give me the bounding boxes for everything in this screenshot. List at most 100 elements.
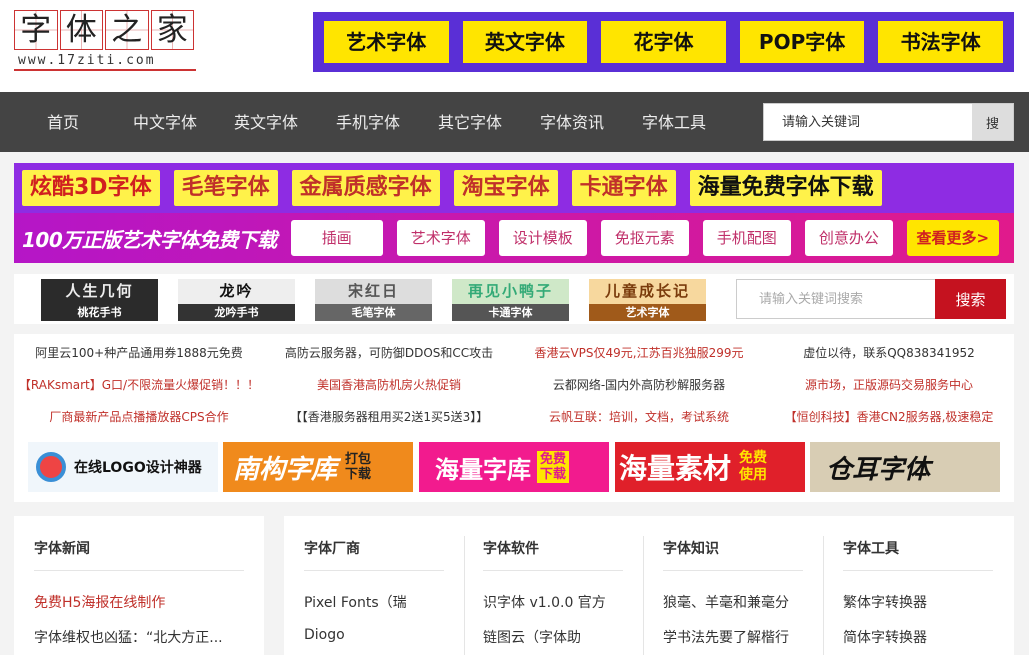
tab-calligraphy-fonts[interactable]: 书法字体 xyxy=(878,21,1003,63)
banner-main-text: 海量素材 xyxy=(619,452,732,485)
panel-title: 字体工具 xyxy=(843,541,899,557)
ad-links: 阿里云100+种产品通用券1888元免费 高防云服务器，可防御DDOS和CC攻击… xyxy=(14,334,1014,432)
news-item[interactable]: 免费H5海报在线制作 xyxy=(34,592,165,612)
banner-button-more[interactable]: 查看更多> xyxy=(906,220,999,256)
font-sample[interactable]: 再见小鸭子 卡通字体 xyxy=(452,279,569,321)
sample-label: 龙吟手书 xyxy=(178,304,295,321)
promo-banner-downloads: 100万正版艺术字体免费下载 插画 艺术字体 设计模板 免抠元素 手机配图 创意… xyxy=(14,213,1014,263)
ad-link[interactable]: 虚位以待，联系QQ838341952 xyxy=(764,344,1014,361)
sample-label: 艺术字体 xyxy=(589,304,706,321)
divider xyxy=(304,570,444,571)
vendor-item[interactable]: Diogo xyxy=(304,627,345,643)
ad-link[interactable]: 香港云VPS仅49元,江苏百兆独服299元 xyxy=(514,344,764,361)
tool-item[interactable]: 繁体字转换器 xyxy=(843,592,927,612)
promo-banner-categories[interactable]: 炫酷3D字体 毛笔字体 金属质感字体 淘宝字体 卡通字体 海量免费字体下载 xyxy=(14,163,1014,213)
nav-item-english-fonts[interactable]: 英文字体 xyxy=(234,92,298,154)
logo-char: 体 xyxy=(59,10,103,50)
divider xyxy=(464,536,465,655)
header-search: 搜 xyxy=(763,103,1014,141)
font-sample[interactable]: 人生几何 桃花手书 xyxy=(41,279,158,321)
ad-link[interactable]: 源市场，正版源码交易服务中心 xyxy=(764,376,1014,393)
banner-tag[interactable]: 卡通字体 xyxy=(571,170,676,206)
ad-link[interactable]: 【【香港服务器租用买2送1买5送3】】 xyxy=(264,408,514,425)
news-item[interactable]: 字体维权也凶猛：“北大方正... xyxy=(34,627,223,647)
banner-tag[interactable]: 毛笔字体 xyxy=(173,170,278,206)
search-button[interactable]: 搜 xyxy=(972,104,1013,140)
font-sample[interactable]: 儿童成长记 艺术字体 xyxy=(589,279,706,321)
panel-title: 字体软件 xyxy=(483,541,539,557)
sample-art: 儿童成长记 xyxy=(604,282,690,300)
divider xyxy=(483,570,623,571)
banner-button-illustration[interactable]: 插画 xyxy=(290,220,383,256)
ad-link[interactable]: 云帆互联：培训，文档，考试系统 xyxy=(514,408,764,425)
banner-main-text: 在线LOGO设计神器 xyxy=(74,460,202,476)
banner-button-templates[interactable]: 设计模板 xyxy=(498,220,587,256)
font-library-banner[interactable]: 海量字库 免费下载 xyxy=(419,442,609,492)
image-banners: 在线LOGO设计神器 南构字库 打包下载 海量字库 免费下载 海量素材 免费使用… xyxy=(14,432,1014,502)
divider xyxy=(823,536,824,655)
banner-button-office[interactable]: 创意办公 xyxy=(804,220,893,256)
ad-link[interactable]: 【恒创科技】香港CN2服务器,极速稳定 xyxy=(764,408,1014,425)
sample-label: 毛笔字体 xyxy=(315,304,432,321)
knowledge-item[interactable]: 学书法先要了解楷行 xyxy=(663,627,789,647)
nav-item-home[interactable]: 首页 xyxy=(47,92,79,154)
vendor-item[interactable]: Pixel Fonts（瑞 xyxy=(304,592,407,612)
nav-item-other-fonts[interactable]: 其它字体 xyxy=(438,92,502,154)
sample-art: 龙吟 xyxy=(219,282,254,300)
ad-link[interactable]: 【RAKsmart】G口/不限流量火爆促销！！！ xyxy=(14,376,264,393)
panel-title: 字体厂商 xyxy=(304,541,360,557)
logo-design-banner[interactable]: 在线LOGO设计神器 xyxy=(28,442,218,492)
knowledge-item[interactable]: 狼毫、羊毫和兼毫分 xyxy=(663,592,789,612)
banner-small-text: 打包下载 xyxy=(345,452,372,482)
software-item[interactable]: 识字体 v1.0.0 官方 xyxy=(483,592,606,612)
banner-main-text: 南构字库 xyxy=(233,454,338,485)
banner-button-art-fonts[interactable]: 艺术字体 xyxy=(396,220,485,256)
banner-headline: 100万正版艺术字体免费下载 xyxy=(22,227,277,252)
ad-link[interactable]: 云都网络-国内外高防秒解服务器 xyxy=(514,376,764,393)
tab-flower-fonts[interactable]: 花字体 xyxy=(601,21,726,63)
panel-title: 字体知识 xyxy=(663,541,719,557)
nav-item-chinese-fonts[interactable]: 中文字体 xyxy=(133,92,197,154)
banner-small-text: 免费下载 xyxy=(537,451,569,483)
tool-item[interactable]: 简体字转换器 xyxy=(843,627,927,647)
ad-link[interactable]: 美国香港高防机房火热促销 xyxy=(264,376,514,393)
nav-item-font-news[interactable]: 字体资讯 xyxy=(540,92,604,154)
panel-title: 字体新闻 xyxy=(34,541,90,557)
sample-label: 桃花手书 xyxy=(77,306,122,319)
ad-link[interactable]: 阿里云100+种产品通用券1888元免费 xyxy=(14,344,264,361)
nav-item-mobile-fonts[interactable]: 手机字体 xyxy=(336,92,400,154)
logo-url: www.17ziti.com xyxy=(14,53,196,71)
search-input[interactable] xyxy=(764,104,973,140)
tab-art-fonts[interactable]: 艺术字体 xyxy=(324,21,449,63)
news-panel: 字体新闻 免费H5海报在线制作 字体维权也凶猛：“北大方正... xyxy=(14,516,264,655)
ad-link[interactable]: 高防云服务器，可防御DDOS和CC攻击 xyxy=(264,344,514,361)
sample-art: 人生几何 xyxy=(65,282,134,300)
logo-char: 字 xyxy=(14,10,58,50)
logo-char: 家 xyxy=(150,10,194,50)
divider xyxy=(663,570,803,571)
banner-tag[interactable]: 海量免费字体下载 xyxy=(689,170,882,206)
banner-tag[interactable]: 淘宝字体 xyxy=(453,170,558,206)
material-library-banner[interactable]: 海量素材 免费使用 xyxy=(615,442,805,492)
software-item[interactable]: 链图云（字体助 xyxy=(483,627,581,647)
font-sample[interactable]: 宋红日 毛笔字体 xyxy=(315,279,432,321)
nangou-font-banner[interactable]: 南构字库 打包下载 xyxy=(223,442,413,492)
site-logo[interactable]: 字 体 之 家 www.17ziti.com xyxy=(14,10,196,72)
canger-font-banner[interactable]: 仓耳字体 xyxy=(810,442,1000,492)
sample-search-input[interactable] xyxy=(736,279,935,319)
ad-link[interactable]: 厂商最新产品点播播放器CPS合作 xyxy=(14,408,264,425)
banner-button-mobile-images[interactable]: 手机配图 xyxy=(702,220,791,256)
divider xyxy=(843,570,993,571)
site-header: 字 体 之 家 www.17ziti.com 艺术字体 英文字体 花字体 POP… xyxy=(0,0,1029,92)
banner-tag[interactable]: 炫酷3D字体 xyxy=(22,170,160,206)
tab-pop-fonts[interactable]: POP字体 xyxy=(739,21,865,63)
tab-english-fonts[interactable]: 英文字体 xyxy=(462,21,588,63)
sample-art: 宋红日 xyxy=(347,282,399,300)
sample-search-button[interactable]: 搜索 xyxy=(935,279,1006,319)
banner-button-cutouts[interactable]: 免抠元素 xyxy=(600,220,689,256)
sample-art: 再见小鸭子 xyxy=(467,282,553,300)
sample-label: 卡通字体 xyxy=(452,304,569,321)
font-sample[interactable]: 龙吟 龙吟手书 xyxy=(178,279,295,321)
banner-tag[interactable]: 金属质感字体 xyxy=(291,170,440,206)
nav-item-font-tools[interactable]: 字体工具 xyxy=(642,92,706,154)
